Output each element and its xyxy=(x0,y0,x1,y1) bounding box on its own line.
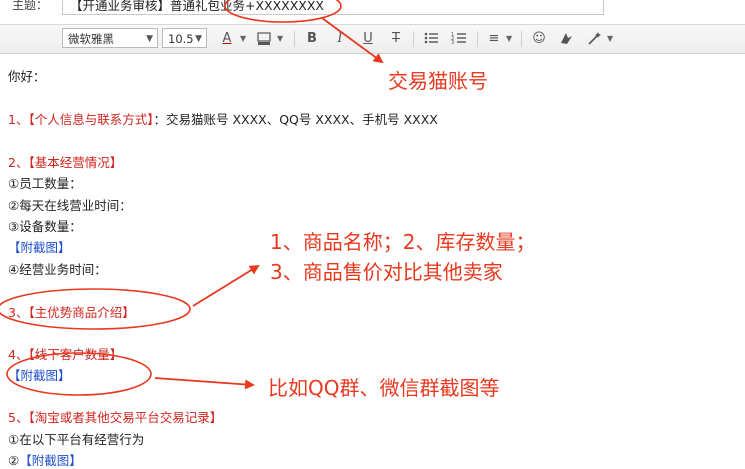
annotation-screenshots: 比如QQ群、微信群截图等 xyxy=(268,376,500,400)
section-3-ellipse xyxy=(0,288,191,330)
section-3-arrow xyxy=(192,264,260,307)
section-4-arrow xyxy=(154,377,255,390)
subject-arrow xyxy=(321,17,384,64)
annotation-products-line-2: 3、商品售价对比其他卖家 xyxy=(270,260,503,284)
annotation-account: 交易猫账号 xyxy=(388,69,488,93)
annotation-products-line-1: 1、商品名称；2、库存数量； xyxy=(270,230,536,254)
section-4-ellipse xyxy=(6,352,152,396)
